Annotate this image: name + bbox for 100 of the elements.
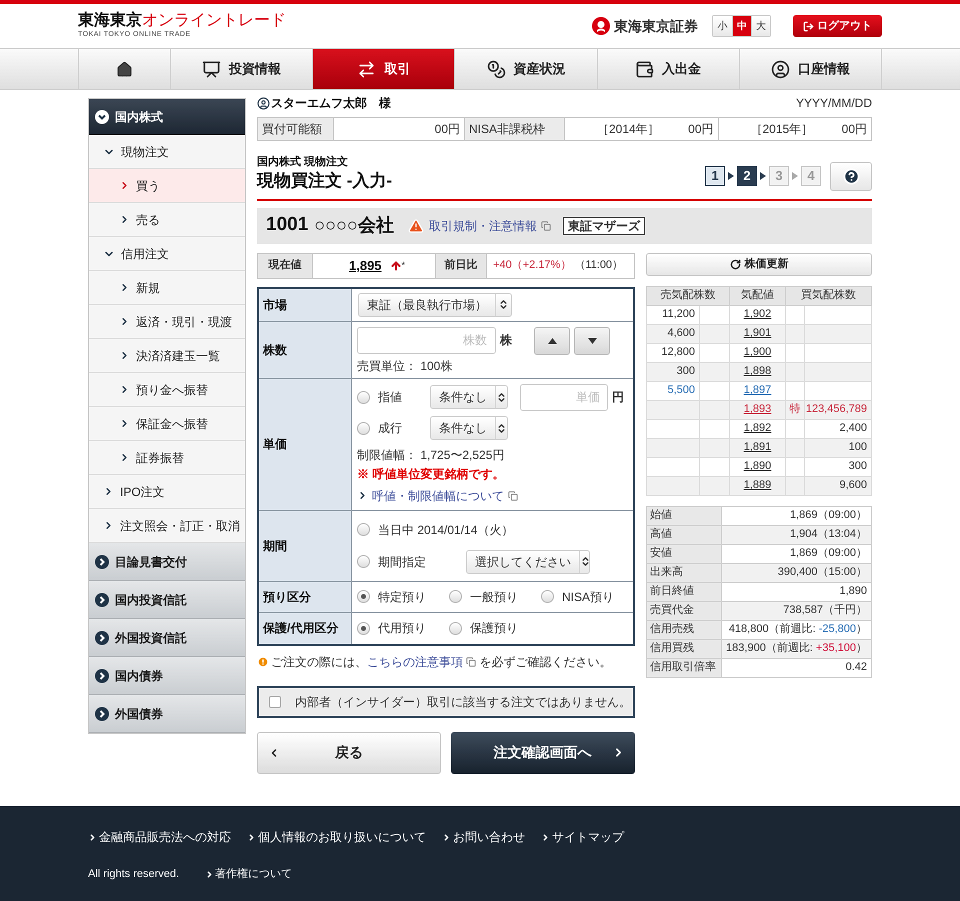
table-cell: 11,200 (662, 308, 695, 320)
sidebar-section[interactable]: 外国債券 (89, 695, 245, 733)
circle-chevron-right-icon (95, 630, 109, 644)
sidebar-item[interactable]: 信用注文 (89, 237, 245, 271)
sidebar-section[interactable]: 国内株式 (89, 99, 245, 135)
updown-icon (496, 422, 507, 434)
form-label: 期間 (259, 510, 352, 580)
updown-icon (498, 299, 509, 310)
chevron-right-icon (247, 832, 256, 842)
circle-chevron-right-icon (95, 592, 109, 606)
nav-tab[interactable]: 入出金 (596, 49, 739, 89)
unit-label: 円 (612, 389, 624, 406)
insider-confirmation-box[interactable]: 内部者（インサイダー）取引に該当する注文ではありません。 (257, 686, 635, 718)
page-title: 現物買注文 -入力- (257, 170, 392, 190)
sidebar-item[interactable]: 買う (89, 169, 245, 203)
table-cell: 390,400（15:00） (778, 566, 867, 578)
copy-icon (540, 220, 551, 230)
footer-link[interactable]: お問い合わせ (442, 828, 525, 846)
help-button[interactable] (830, 162, 872, 190)
current-price-link[interactable]: 1,895 (349, 256, 382, 276)
table-cell: 100 (848, 441, 867, 454)
price-range-text: 制限値幅： 1,725〜2,525円 (357, 446, 506, 464)
footer-link[interactable]: 金融商品販売法への対応 (88, 828, 231, 846)
refresh-button[interactable]: 株価更新 (646, 252, 872, 276)
radio-button[interactable] (357, 523, 370, 536)
decrement-button[interactable] (574, 326, 610, 354)
nav-tab[interactable]: 口座情報 (738, 49, 882, 89)
nav-tab[interactable]: 取引 (312, 49, 454, 89)
table-cell: 183,900（前週比: +35,100） (726, 642, 867, 654)
step-indicator: 2 (737, 166, 757, 186)
radio-button[interactable] (541, 590, 554, 603)
tick-info-link[interactable]: 呼値・制限値幅について (357, 486, 624, 504)
up-arrow-icon (390, 260, 402, 272)
sidebar-item[interactable]: 現物注文 (89, 135, 245, 169)
sidebar-item[interactable]: 証券振替 (89, 441, 245, 475)
radio-label: 当日中 2014/01/14（火） (378, 522, 514, 538)
sidebar-section[interactable]: 外国投資信託 (89, 619, 245, 657)
table-cell-text: ［2014年］ (597, 121, 660, 138)
radio-button[interactable] (357, 555, 370, 568)
shares-field[interactable]: 株数 (357, 326, 496, 354)
table-cell-text: 00円 (688, 121, 714, 138)
sidebar-item[interactable]: 預り金へ振替 (89, 373, 245, 407)
chevron-right-icon (541, 832, 550, 842)
condition-select[interactable]: 条件なし (430, 416, 508, 440)
quote-time-text: （11:00） (574, 258, 624, 274)
radio-button[interactable] (357, 422, 370, 434)
breadcrumb-text: 国内株式 現物注文 (257, 154, 350, 170)
table-cell: 出来高 (650, 566, 683, 578)
radio-button[interactable] (449, 622, 462, 634)
stock-name: ○○○○会社 (314, 214, 394, 237)
font-size-button[interactable]: 中 (732, 16, 751, 36)
table-cell: 1,869（09:00） (790, 547, 867, 560)
sidebar-section[interactable]: 国内投資信託 (89, 581, 245, 619)
notice-link[interactable]: こちらの注意事項 (367, 654, 476, 668)
logout-button[interactable]: ログアウト (793, 15, 882, 37)
sidebar-item[interactable]: 保証金へ振替 (89, 407, 245, 441)
brand-logo-icon (592, 17, 610, 35)
market-select[interactable]: 東証（最良執行市場） (358, 292, 512, 316)
font-size-button[interactable]: 小 (713, 16, 732, 36)
table-cell: 現在値 (258, 254, 313, 278)
nav-tab[interactable]: 資産状況 (454, 49, 597, 89)
back-button[interactable]: 戻る (257, 732, 441, 774)
radio-button[interactable] (357, 390, 370, 404)
form-label: 単価 (259, 378, 352, 510)
footer-link[interactable]: 著作権について (205, 866, 292, 882)
price-field[interactable]: 単価 (520, 384, 608, 410)
table-cell: 1,869（09:00） (790, 509, 867, 522)
radio-button[interactable] (357, 622, 370, 634)
sidebar-item[interactable]: 新規 (89, 271, 245, 305)
sidebar-item[interactable]: 売る (89, 203, 245, 237)
sidebar-section[interactable]: 目論見書交付 (89, 543, 245, 581)
radio-button[interactable] (449, 590, 462, 603)
footer-link[interactable]: サイトマップ (541, 828, 624, 846)
period-select[interactable]: 選択してください (466, 550, 590, 574)
price-mark: * (402, 258, 406, 272)
table-cell: 始値 (650, 509, 672, 522)
condition-select[interactable]: 条件なし (430, 385, 508, 409)
radio-button[interactable] (357, 590, 370, 603)
refresh-icon (730, 258, 740, 270)
sidebar-item[interactable]: IPO注文 (89, 475, 245, 509)
price-change-text: +40（+2.17%） (493, 258, 572, 274)
sidebar-item[interactable]: 注文照会・訂正・取消 (89, 509, 245, 543)
column-header: 気配値 (730, 286, 786, 305)
step-arrow-icon (760, 172, 766, 180)
increment-button[interactable] (534, 326, 570, 354)
checkbox[interactable] (269, 696, 281, 708)
table-cell: 123,456,789 (806, 403, 867, 416)
font-size-button[interactable]: 大 (751, 16, 770, 36)
stock-code: 1001 (266, 213, 308, 238)
footer-link[interactable]: 個人情報のお取り扱いについて (247, 828, 426, 846)
sidebar-item[interactable]: 返済・現引・現渡 (89, 305, 245, 339)
regulation-link[interactable]: 取引規制・注意情報 (428, 216, 551, 234)
radio-label: 一般預り (470, 588, 518, 606)
table-cell-text: ［2015年］ (750, 121, 814, 138)
user-icon (770, 60, 790, 78)
sidebar-section[interactable]: 国内債券 (89, 657, 245, 695)
confirm-button[interactable]: 注文確認画面へ (451, 732, 635, 774)
chevron-right-icon (205, 870, 214, 879)
table-cell: 12,800 (661, 346, 695, 358)
sidebar-item[interactable]: 決済済建玉一覧 (89, 339, 245, 373)
